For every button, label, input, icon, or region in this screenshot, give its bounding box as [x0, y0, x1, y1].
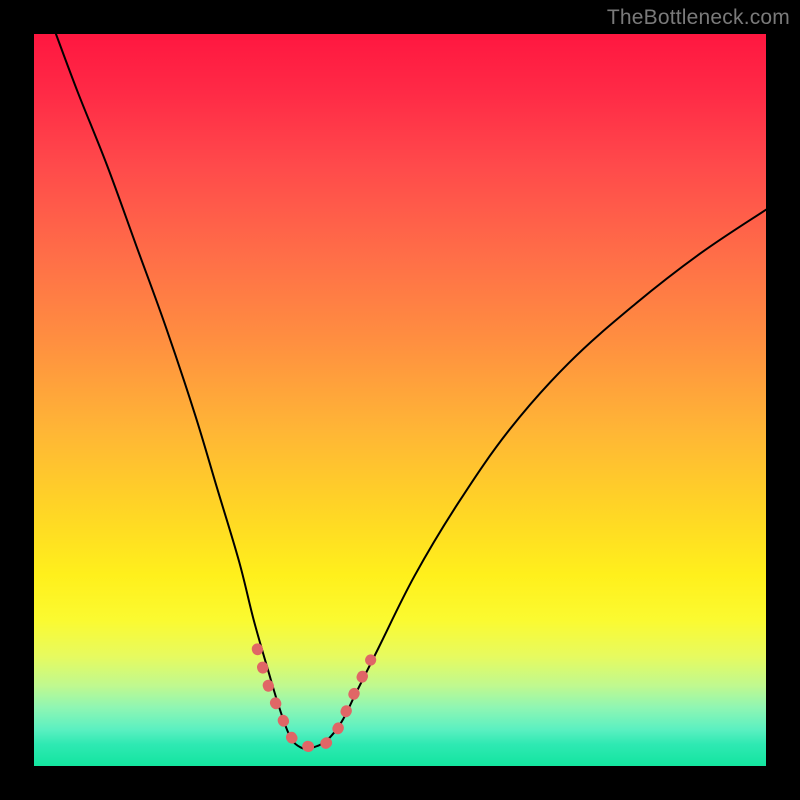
- plot-area: [34, 34, 766, 766]
- bottleneck-curve: [56, 34, 766, 749]
- watermark-text: TheBottleneck.com: [607, 6, 790, 30]
- curve-layer: [34, 34, 766, 766]
- chart-frame: TheBottleneck.com: [0, 0, 800, 800]
- highlight-segment: [257, 649, 370, 747]
